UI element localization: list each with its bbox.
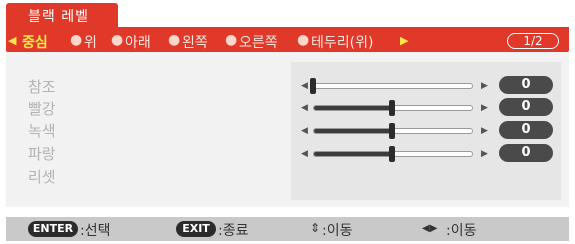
exit-key-badge: EXIT bbox=[176, 221, 216, 237]
tab-center[interactable]: 중심 bbox=[22, 32, 48, 52]
enter-key-badge: ENTER bbox=[28, 221, 78, 237]
osd-menu: 블랙 레벨 ◀ 중심 ● 위 ● 아래 ● 왼쪽 ● 오른쪽 ● 테두리(위) … bbox=[0, 0, 575, 244]
tab-left[interactable]: 왼쪽 bbox=[182, 32, 208, 52]
tab-separator-dot: ● bbox=[297, 32, 310, 48]
page-indicator: 1/2 bbox=[507, 33, 559, 49]
enter-hint: :선택 bbox=[80, 223, 111, 239]
move-up-down-hint: :이동 bbox=[322, 223, 353, 239]
tab-separator-dot: ● bbox=[168, 32, 181, 48]
slider-knob-green[interactable] bbox=[389, 123, 395, 139]
increase-arrow-icon[interactable]: ▶ bbox=[481, 81, 488, 91]
slider-fill-red bbox=[314, 106, 393, 110]
tab-top[interactable]: 위 bbox=[84, 32, 97, 52]
slider-knob-reference[interactable] bbox=[310, 78, 316, 94]
decrease-arrow-icon[interactable]: ◀ bbox=[301, 126, 308, 136]
move-left-right-hint: :이동 bbox=[446, 223, 477, 239]
tab-separator-dot: ● bbox=[225, 32, 238, 48]
value-reference: 0 bbox=[499, 76, 553, 94]
value-blue: 0 bbox=[499, 144, 553, 162]
slider-knob-red[interactable] bbox=[389, 100, 395, 116]
tab-separator-dot: ● bbox=[70, 32, 83, 48]
decrease-arrow-icon[interactable]: ◀ bbox=[301, 81, 308, 91]
tab-left-arrow-icon[interactable]: ◀ bbox=[8, 34, 16, 47]
row-label-red[interactable]: 빨강 bbox=[28, 98, 56, 119]
row-label-reference[interactable]: 참조 bbox=[28, 76, 56, 97]
tab-border-top[interactable]: 테두리(위) bbox=[311, 32, 373, 52]
decrease-arrow-icon[interactable]: ◀ bbox=[301, 149, 308, 159]
help-bar: ENTER :선택 EXIT :종료 ⇕ :이동 ◀▶ :이동 bbox=[6, 217, 569, 241]
menu-title-tab: 블랙 레벨 bbox=[6, 3, 118, 27]
slider-panel: ◀ ▶ 0 ◀ ▶ 0 ◀ ▶ 0 ◀ ▶ 0 bbox=[291, 62, 561, 200]
row-label-blue[interactable]: 파랑 bbox=[28, 143, 56, 164]
increase-arrow-icon[interactable]: ▶ bbox=[481, 149, 488, 159]
tab-separator-dot: ● bbox=[111, 32, 124, 48]
settings-panel: 참조 빨강 녹색 파랑 리셋 ◀ ▶ 0 ◀ ▶ 0 ◀ ▶ 0 ◀ ▶ 0 bbox=[6, 52, 569, 207]
tab-bar: ◀ 중심 ● 위 ● 아래 ● 왼쪽 ● 오른쪽 ● 테두리(위) ▶ 1/2 bbox=[6, 30, 569, 52]
value-green: 0 bbox=[499, 121, 553, 139]
exit-hint: :종료 bbox=[218, 223, 249, 239]
tab-bottom[interactable]: 아래 bbox=[125, 32, 151, 52]
tab-right[interactable]: 오른쪽 bbox=[239, 32, 278, 52]
tab-right-arrow-icon[interactable]: ▶ bbox=[400, 34, 408, 47]
slider-knob-blue[interactable] bbox=[389, 146, 395, 162]
up-down-arrows-icon: ⇕ bbox=[310, 221, 321, 235]
menu-title: 블랙 레벨 bbox=[28, 9, 89, 25]
increase-arrow-icon[interactable]: ▶ bbox=[481, 126, 488, 136]
slider-fill-green bbox=[314, 129, 393, 133]
slider-fill-blue bbox=[314, 152, 393, 156]
row-label-reset[interactable]: 리셋 bbox=[28, 166, 56, 187]
increase-arrow-icon[interactable]: ▶ bbox=[481, 103, 488, 113]
left-right-arrows-icon: ◀▶ bbox=[422, 223, 438, 234]
decrease-arrow-icon[interactable]: ◀ bbox=[301, 103, 308, 113]
row-label-green[interactable]: 녹색 bbox=[28, 120, 56, 141]
value-red: 0 bbox=[499, 98, 553, 116]
slider-track-reference[interactable] bbox=[313, 83, 473, 89]
